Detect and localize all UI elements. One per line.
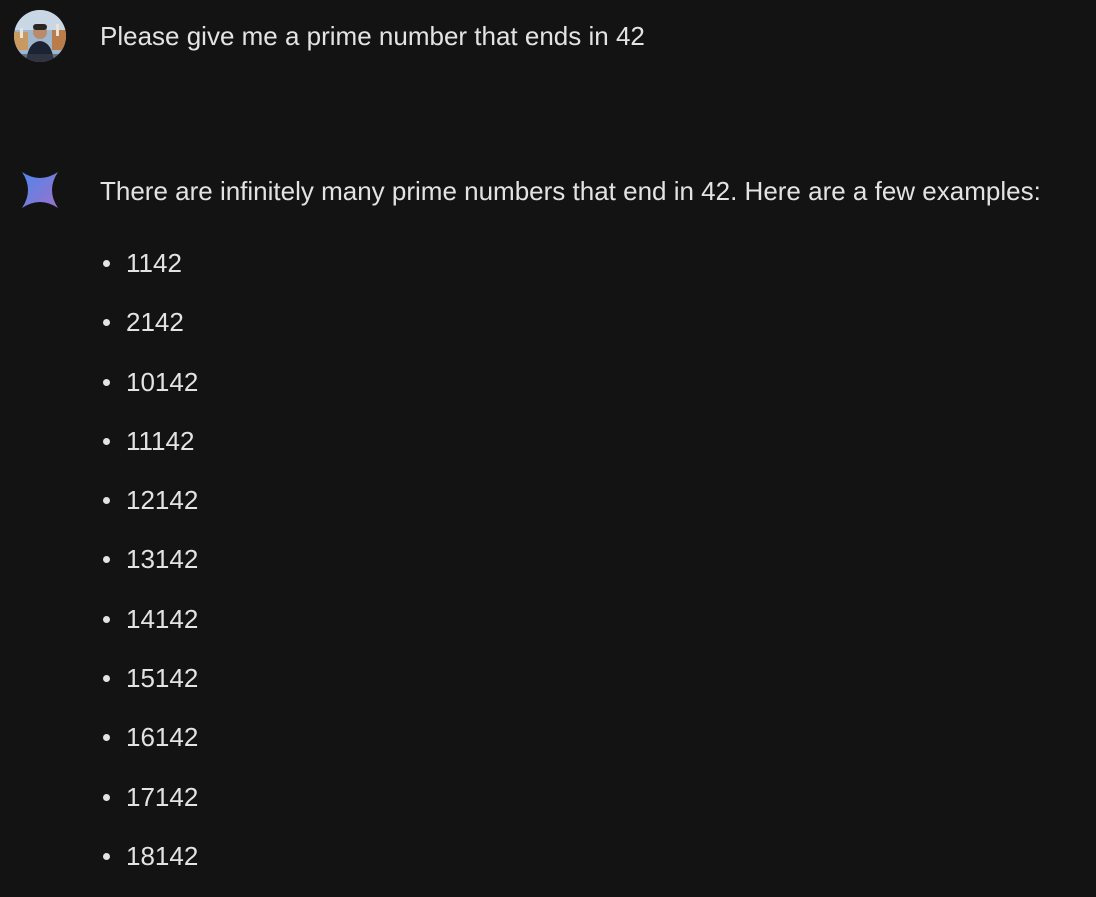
list-item: 10142 <box>100 364 198 423</box>
user-prompt-text: Please give me a prime number that ends … <box>100 21 645 51</box>
list-item: 14142 <box>100 601 198 660</box>
list-item-value: 12142 <box>126 485 199 516</box>
bullet-icon <box>103 437 110 445</box>
avatar-photo-icon <box>14 10 66 62</box>
list-item: 13142 <box>100 541 198 600</box>
bullet-icon <box>103 734 110 742</box>
list-item: 15142 <box>100 660 198 719</box>
list-item-value: 10142 <box>126 366 199 397</box>
bullet-icon <box>103 615 110 623</box>
list-item-value: 2142 <box>126 307 184 338</box>
bullet-icon <box>103 260 110 267</box>
list-item-value: 15142 <box>126 663 199 694</box>
prime-number-list: 1142 2142 10142 11142 12142 13142 14142 … <box>100 245 198 897</box>
list-item-value: 18142 <box>126 840 199 871</box>
user-avatar[interactable] <box>14 10 66 62</box>
bullet-icon <box>103 319 110 327</box>
bullet-icon <box>103 675 110 683</box>
list-item: 11142 <box>100 423 198 482</box>
bullet-icon <box>103 497 110 505</box>
list-item: 18142 <box>100 838 198 897</box>
gemini-sparkle-icon <box>20 170 60 210</box>
response-intro-text: There are infinitely many prime numbers … <box>100 176 1041 206</box>
list-item: 12142 <box>100 482 198 541</box>
list-item: 1142 <box>100 245 198 304</box>
list-item-value: 11142 <box>126 425 195 456</box>
list-item: 16142 <box>100 719 198 778</box>
list-item-value: 17142 <box>126 781 199 812</box>
bullet-icon <box>103 556 110 564</box>
list-item: 2142 <box>100 304 198 363</box>
bullet-icon <box>103 852 110 860</box>
bullet-icon <box>103 793 110 801</box>
bullet-icon <box>103 378 110 386</box>
list-item-value: 1142 <box>126 248 182 278</box>
list-item-value: 14142 <box>126 603 199 634</box>
list-item-value: 16142 <box>126 722 199 753</box>
list-item-value: 13142 <box>126 544 199 575</box>
list-item: 17142 <box>100 779 198 838</box>
user-message: Please give me a prime number that ends … <box>0 0 1096 80</box>
